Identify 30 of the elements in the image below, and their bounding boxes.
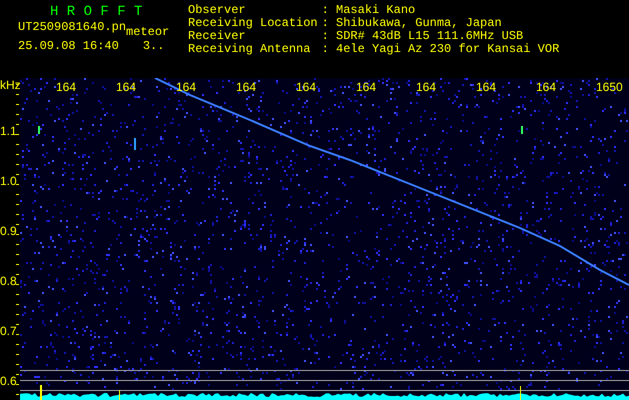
info-label: Receiver [188,30,247,43]
file-name: UT2509081640.pn [18,20,126,34]
axis-label: 1.1 [0,124,18,138]
info-label: Receiving Location [188,17,318,30]
counter-text: 3.. [142,39,164,53]
mode-label: meteor [126,25,170,39]
axis-label: 0.9 [0,224,18,238]
info-value: : Masaki Kano [322,4,416,17]
axis-label: 164 [356,80,378,94]
axis-label: 164 [476,80,498,94]
axis-label: 164 [416,80,438,94]
axis-label: 164 [56,80,78,94]
unit-label: kHz [0,78,21,92]
axis-label: 164 [296,80,318,94]
axis-label: 164 [536,80,558,94]
axis-label: 1.0 [0,174,18,188]
axis-label: 164 [176,80,198,94]
info-value: : 4ele Yagi Az 230 for Kansai VOR [322,43,560,56]
axis-label: 0.7 [0,324,18,338]
axis-label: 0.6 [0,374,18,388]
info-value: : SDR# 43dB L15 111.6MHz USB [322,30,524,43]
info-value: : Shibukawa, Gunma, Japan [322,17,503,30]
axis-label: 164 [236,80,258,94]
info-label: Receiving Antenna [188,43,312,56]
axis-label: 0.8 [0,274,18,288]
info-label: Observer [188,4,247,17]
date-time: 25.09.08 16:40 [18,39,119,53]
app-title: H R O F F T [50,4,142,20]
axis-label: 164 [116,80,138,94]
axis-label: 1650 [596,80,624,94]
